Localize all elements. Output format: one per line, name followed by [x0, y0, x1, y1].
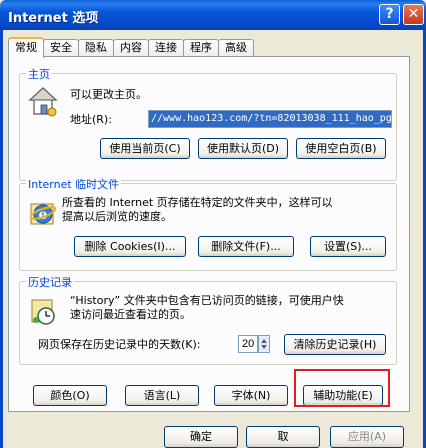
history-clock-icon — [31, 299, 55, 325]
languages-button[interactable]: 语言(L) — [125, 385, 199, 406]
temp-files-group-label: Internet 临时文件 — [26, 176, 122, 192]
ok-button[interactable]: 确定 — [164, 426, 238, 448]
title-bar: Internet 选项 ? ✕ — [0, 0, 426, 30]
history-description-line1: “History” 文件夹中包含有已访问页的链接，可使用户快 — [70, 294, 344, 307]
temp-files-group: Internet 临时文件 e 所查看的 Internet 页存储在特定的文件夹… — [19, 176, 397, 271]
history-days-label: 网页保存在历史记录中的天数(K): — [38, 338, 201, 351]
tab-strip: 常规 安全 隐私 内容 连接 程序 高级 — [8, 37, 254, 58]
clear-history-button[interactable]: 清除历史记录(H) — [284, 334, 386, 355]
house-icon — [28, 87, 58, 117]
history-days-input[interactable]: 20 — [238, 335, 258, 353]
use-blank-button[interactable]: 使用空白页(B) — [296, 138, 386, 159]
accessibility-highlight — [294, 369, 390, 407]
general-tab-panel: 主页 可以更改主页。 地址(R): //www.hao123.com/?tn=8… — [8, 56, 410, 412]
delete-files-button[interactable]: 删除文件(F)... — [198, 236, 294, 257]
history-description-line2: 速访问最近查看过的页。 — [70, 308, 191, 321]
tab-connections[interactable]: 连接 — [148, 39, 184, 57]
close-icon[interactable]: ✕ — [403, 4, 424, 25]
homepage-group: 主页 可以更改主页。 地址(R): //www.hao123.com/?tn=8… — [19, 66, 397, 181]
days-spinner[interactable] — [258, 335, 270, 353]
delete-cookies-button[interactable]: 删除 Cookies(I)... — [74, 236, 186, 257]
tab-advanced[interactable]: 高级 — [218, 39, 254, 57]
colors-button[interactable]: 颜色(O) — [33, 385, 107, 406]
tab-security[interactable]: 安全 — [43, 39, 79, 57]
ie-globe-icon: e — [29, 203, 57, 225]
address-label: 地址(R): — [70, 113, 112, 126]
tab-privacy[interactable]: 隐私 — [78, 39, 114, 57]
temp-files-description-line1: 所查看的 Internet 页存储在特定的文件夹中，这样可以 — [62, 196, 333, 209]
tab-programs[interactable]: 程序 — [183, 39, 219, 57]
settings-button[interactable]: 设置(S)... — [310, 236, 386, 257]
homepage-description: 可以更改主页。 — [70, 88, 147, 101]
help-icon[interactable]: ? — [379, 4, 400, 25]
homepage-address-input[interactable]: //www.hao123.com/?tn=82013038_111_hao_pg — [148, 110, 392, 128]
history-group-label: 历史记录 — [26, 274, 74, 290]
apply-button[interactable]: 应用(A) — [330, 426, 404, 448]
cancel-button[interactable]: 取 — [246, 426, 320, 448]
history-group: 历史记录 “History” 文件夹中包含有已访问页的链接，可使用户快 速访问最… — [19, 274, 397, 365]
window-title: Internet 选项 — [8, 11, 99, 26]
homepage-group-label: 主页 — [26, 66, 52, 82]
tab-general[interactable]: 常规 — [8, 37, 44, 58]
tab-content[interactable]: 内容 — [113, 39, 149, 57]
use-default-button[interactable]: 使用默认页(D) — [198, 138, 288, 159]
use-current-button[interactable]: 使用当前页(C) — [100, 138, 190, 159]
temp-files-description-line2: 提高以后浏览的速度。 — [62, 210, 172, 223]
fonts-button[interactable]: 字体(N) — [214, 385, 288, 406]
